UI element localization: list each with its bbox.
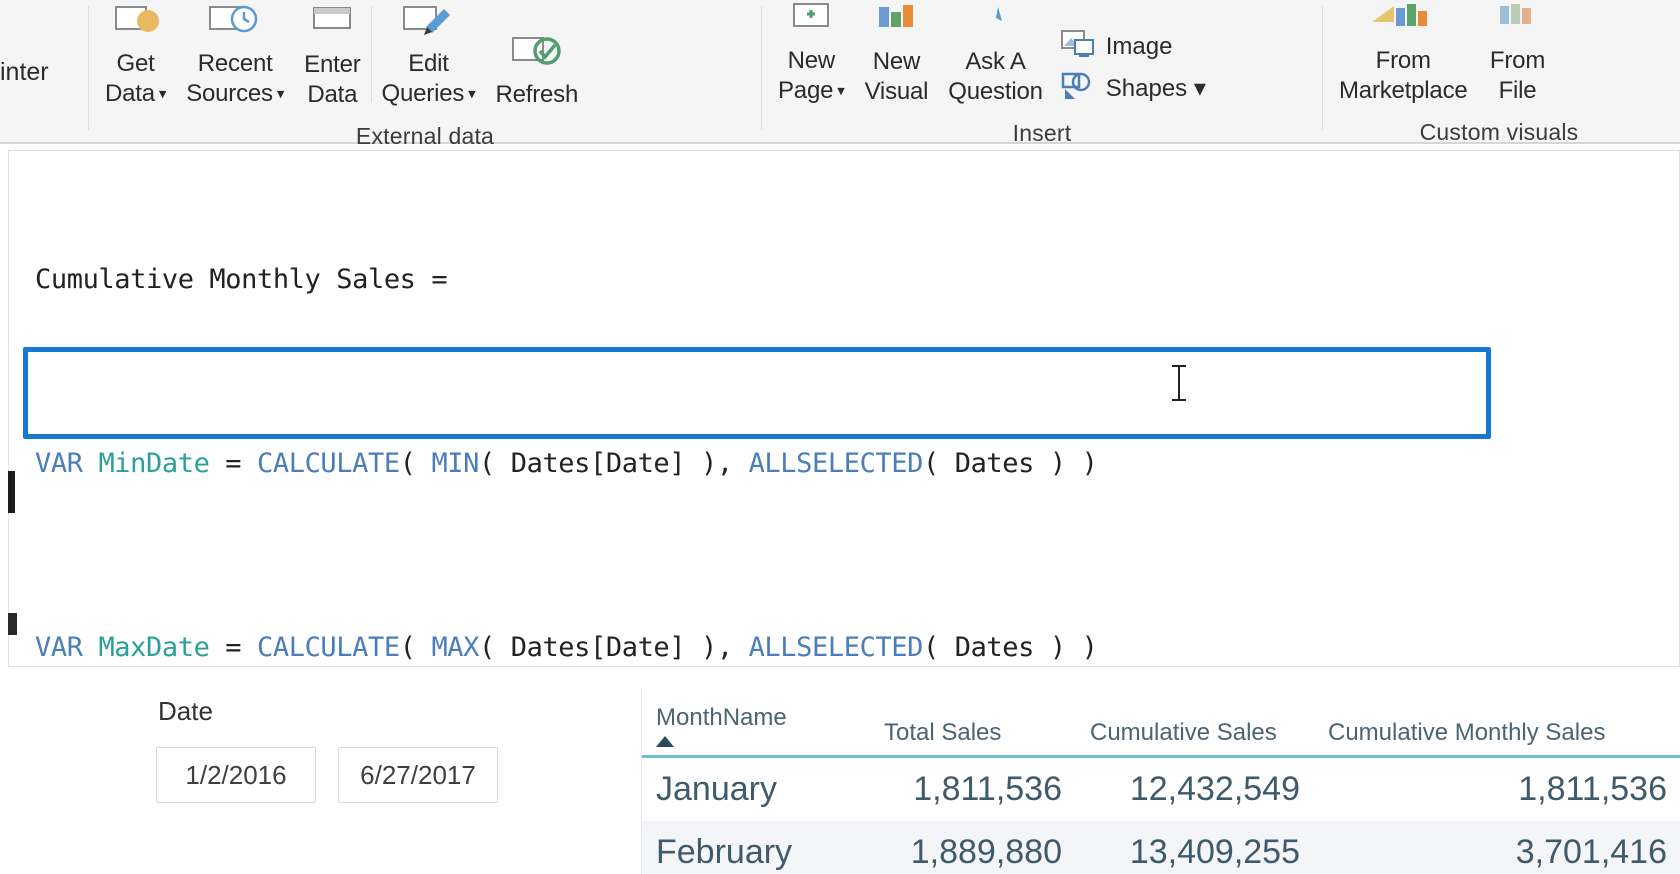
cell-cumulative-sales: 12,432,549 <box>1129 770 1300 808</box>
column-label: Cumulative Monthly Sales <box>1328 719 1606 746</box>
cell-monthname: January <box>656 770 777 808</box>
mouse-ibeam-cursor <box>1172 365 1186 401</box>
column-label: Total Sales <box>884 719 1002 746</box>
date-slicer[interactable]: Date 1/2/2016 6/27/2017 <box>130 696 550 803</box>
ribbon-group-label-custom-visuals: Custom visuals <box>1419 119 1579 145</box>
ribbon-group-insert: New Page ▾ New Visual Ask A Question Ima… <box>762 0 1322 146</box>
enter-data-icon <box>306 4 358 50</box>
cell-cumulative-monthly-sales: 1,811,536 <box>1518 770 1667 808</box>
cell-monthname: February <box>642 821 870 874</box>
enter-data-label: Enter Data <box>304 51 361 108</box>
get-data-label: Get Data ▾ <box>105 50 167 108</box>
ask-a-question-button[interactable]: Ask A Question <box>938 1 1052 113</box>
new-visual-icon <box>869 1 923 47</box>
table-column-header-total-sales[interactable]: Total Sales <box>870 690 1076 758</box>
shapes-button[interactable]: Shapes ▾ <box>1053 68 1214 109</box>
ribbon-group-external-data: Get Data ▾ Recent Sources ▾ Enter Data E… <box>89 0 761 149</box>
insert-small-buttons: Image Shapes ▾ <box>1053 27 1214 113</box>
ribbon-group-label-insert: Insert <box>1012 119 1072 146</box>
date-slicer-start-input[interactable]: 1/2/2016 <box>156 747 316 803</box>
table-row[interactable]: January 1,811,536 12,432,549 1,811,536 <box>642 757 1680 822</box>
new-page-icon <box>784 0 838 46</box>
table-column-header-monthname[interactable]: MonthName <box>642 690 870 758</box>
recent-sources-button[interactable]: Recent Sources ▾ <box>176 3 294 116</box>
refresh-button[interactable]: Refresh <box>485 34 588 116</box>
image-button[interactable]: Image <box>1053 27 1214 68</box>
new-page-button[interactable]: New Page ▾ <box>768 0 855 113</box>
edit-queries-label: Edit Queries ▾ <box>381 50 476 108</box>
ribbon-group-custom-visuals: From Marketplace From File Custom visual… <box>1323 0 1675 145</box>
power-bi-window: inter Get Data ▾ Recent Sources ▾ Enter … <box>0 0 1680 874</box>
shapes-label: Shapes ▾ <box>1105 74 1206 102</box>
clipped-label-text: inter <box>0 57 49 86</box>
enter-data-button[interactable]: Enter Data <box>294 4 370 116</box>
shapes-icon <box>1061 71 1099 106</box>
cell-total-sales: 1,889,880 <box>870 821 1076 874</box>
new-page-label: New Page ▾ <box>778 47 845 104</box>
image-label: Image <box>1105 33 1173 61</box>
recent-sources-label: Recent Sources ▾ <box>186 50 285 108</box>
from-marketplace-button[interactable]: From Marketplace <box>1329 0 1478 112</box>
table-header-row: MonthName Total Sales Cumulative Sales C… <box>642 690 1680 758</box>
table-row[interactable]: February 1,889,880 13,409,255 3,701,416 <box>642 821 1680 874</box>
ribbon-clipped-left-label: inter <box>0 0 88 144</box>
date-slicer-end-input[interactable]: 6/27/2017 <box>338 747 498 803</box>
cell-total-sales: 1,811,536 <box>913 770 1062 808</box>
cell-cumulative-monthly-sales: 3,701,416 <box>1314 821 1680 874</box>
from-file-icon <box>1488 0 1548 46</box>
ask-a-question-label: Ask A Question <box>948 47 1043 105</box>
from-file-button[interactable]: From File <box>1478 0 1558 112</box>
dax-line-title: Cumulative Monthly Sales = <box>35 264 448 295</box>
cell-cumulative-sales: 13,409,255 <box>1076 821 1314 874</box>
refresh-label: Refresh <box>495 81 579 108</box>
from-marketplace-label: From Marketplace <box>1339 47 1468 104</box>
from-marketplace-icon <box>1364 0 1442 46</box>
date-slicer-title: Date <box>158 696 213 726</box>
table-visual[interactable]: MonthName Total Sales Cumulative Sales C… <box>641 690 1680 874</box>
report-canvas: Date 1/2/2016 6/27/2017 MonthName Total … <box>0 668 1680 874</box>
from-file-label: From File <box>1489 47 1546 104</box>
table-column-header-cumulative-sales[interactable]: Cumulative Sales <box>1076 690 1314 758</box>
edit-queries-button[interactable]: Edit Queries ▾ <box>372 3 486 116</box>
table-column-header-cumulative-monthly-sales[interactable]: Cumulative Monthly Sales <box>1314 690 1680 758</box>
new-visual-button[interactable]: New Visual <box>855 1 939 113</box>
new-visual-label: New Visual <box>864 47 929 105</box>
dax-formula-editor[interactable]: Cumulative Monthly Sales = VAR MinDate =… <box>8 150 1680 847</box>
get-data-button[interactable]: Get Data ▾ <box>95 3 176 116</box>
ask-a-question-icon <box>972 1 1020 47</box>
edit-queries-icon <box>400 3 458 49</box>
image-icon <box>1060 29 1099 65</box>
ribbon: inter Get Data ▾ Recent Sources ▾ Enter … <box>0 0 1680 149</box>
refresh-icon <box>509 34 565 80</box>
column-label: Cumulative Sales <box>1090 719 1277 746</box>
column-label: MonthName <box>656 704 787 731</box>
get-data-icon <box>108 3 164 49</box>
sort-ascending-icon <box>656 736 674 747</box>
dax-line-var-mindate: VAR MinDate = CALCULATE( MIN( Dates[Date… <box>35 448 1098 479</box>
dax-line-var-maxdate: VAR MaxDate = CALCULATE( MAX( Dates[Date… <box>35 632 1098 663</box>
recent-sources-icon <box>206 3 264 49</box>
